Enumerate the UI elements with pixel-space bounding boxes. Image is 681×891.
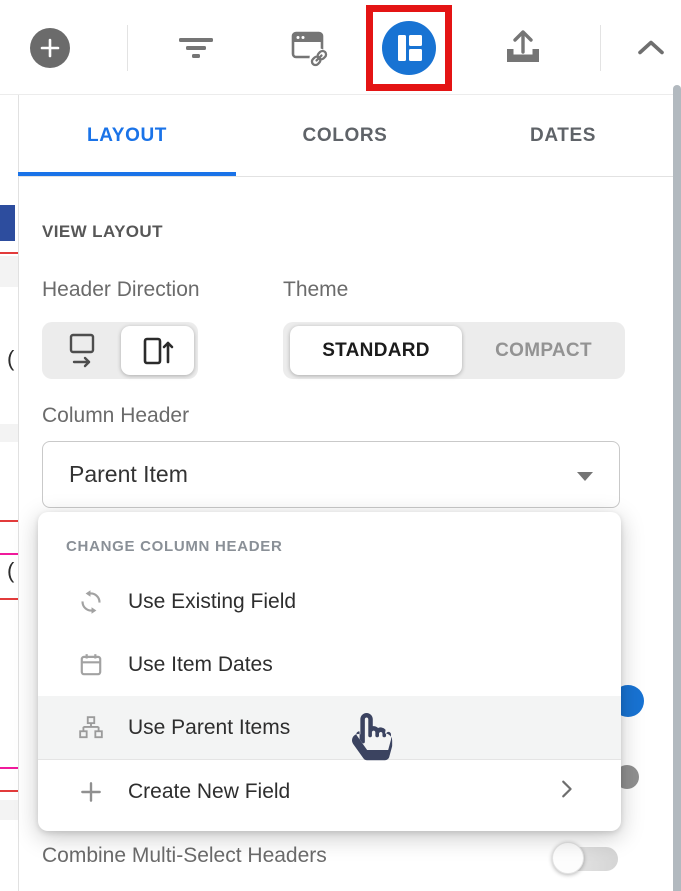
toolbar-divider: [600, 25, 601, 71]
background-artifact: [0, 424, 18, 442]
chevron-right-icon: [555, 778, 577, 800]
menu-item-use-item-dates[interactable]: Use Item Dates: [38, 633, 621, 696]
column-header-label: Column Header: [42, 404, 189, 428]
theme-standard-label: STANDARD: [322, 340, 430, 362]
menu-item-create-new-field[interactable]: Create New Field: [38, 760, 621, 823]
tab-layout[interactable]: LAYOUT: [18, 95, 236, 176]
chevron-up-icon[interactable]: [637, 39, 665, 56]
tab-label: LAYOUT: [87, 125, 167, 147]
upload-icon[interactable]: [504, 27, 542, 67]
background-glyph: (: [7, 558, 14, 584]
tab-bar: LAYOUT COLORS DATES: [18, 95, 672, 176]
header-direction-horizontal-button[interactable]: [42, 322, 121, 379]
menu-item-label: Use Existing Field: [128, 590, 296, 614]
header-direction-toggle: [42, 322, 198, 379]
toggle-knob: [552, 842, 584, 874]
combine-multi-select-toggle[interactable]: [559, 847, 618, 871]
toolbar-divider: [127, 25, 128, 71]
vertical-scrollbar[interactable]: [673, 85, 681, 891]
header-direction-label: Header Direction: [42, 278, 200, 302]
vertical-direction-icon: [141, 334, 175, 368]
calendar-icon: [78, 652, 104, 678]
parent-items-icon: [78, 715, 104, 741]
background-artifact: [0, 252, 18, 254]
tab-colors[interactable]: COLORS: [236, 95, 454, 176]
card-link-icon[interactable]: [289, 29, 331, 67]
menu-title: CHANGE COLUMN HEADER: [38, 512, 621, 570]
tabs-bottom-border: [18, 176, 673, 177]
section-title: VIEW LAYOUT: [42, 222, 163, 242]
toolbar: [0, 0, 681, 95]
sync-icon: [78, 589, 104, 615]
menu-item-label: Use Parent Items: [128, 716, 290, 740]
plus-icon: [78, 779, 104, 805]
panel-left-border: [18, 94, 19, 891]
theme-label: Theme: [283, 278, 348, 302]
background-strip: ( (: [0, 0, 18, 891]
menu-item-label: Create New Field: [128, 780, 290, 804]
background-artifact: [0, 520, 18, 522]
add-button[interactable]: [30, 28, 70, 68]
background-artifact: [0, 553, 18, 555]
background-artifact: [0, 790, 18, 792]
tab-label: DATES: [530, 125, 596, 147]
theme-option-standard[interactable]: STANDARD: [290, 326, 462, 375]
background-artifact: [0, 598, 18, 600]
theme-toggle: STANDARD COMPACT: [283, 322, 625, 379]
background-glyph: (: [7, 346, 14, 372]
filter-icon[interactable]: [177, 37, 215, 59]
theme-compact-label: COMPACT: [495, 340, 592, 362]
tab-label: COLORS: [303, 125, 388, 147]
background-artifact: [0, 800, 18, 820]
horizontal-direction-icon: [67, 332, 97, 370]
plus-icon: [39, 37, 61, 59]
menu-item-use-existing-field[interactable]: Use Existing Field: [38, 570, 621, 633]
header-direction-vertical-button[interactable]: [121, 326, 194, 375]
red-highlight-box: [366, 5, 452, 91]
background-artifact: [0, 256, 18, 287]
theme-option-compact[interactable]: COMPACT: [462, 322, 625, 379]
combine-multi-select-label: Combine Multi-Select Headers: [42, 844, 327, 868]
background-artifact: [0, 767, 18, 769]
tab-dates[interactable]: DATES: [454, 95, 672, 176]
change-column-header-menu: CHANGE COLUMN HEADER Use Existing Field: [38, 512, 621, 831]
column-header-value: Parent Item: [69, 461, 188, 488]
layout-settings-panel: ( (: [0, 0, 681, 891]
menu-item-use-parent-items[interactable]: Use Parent Items: [38, 696, 621, 760]
caret-down-icon: [577, 472, 593, 481]
background-artifact: [0, 205, 15, 241]
column-header-select[interactable]: Parent Item: [42, 441, 620, 508]
active-tab-underline: [18, 172, 236, 176]
menu-item-label: Use Item Dates: [128, 653, 273, 677]
